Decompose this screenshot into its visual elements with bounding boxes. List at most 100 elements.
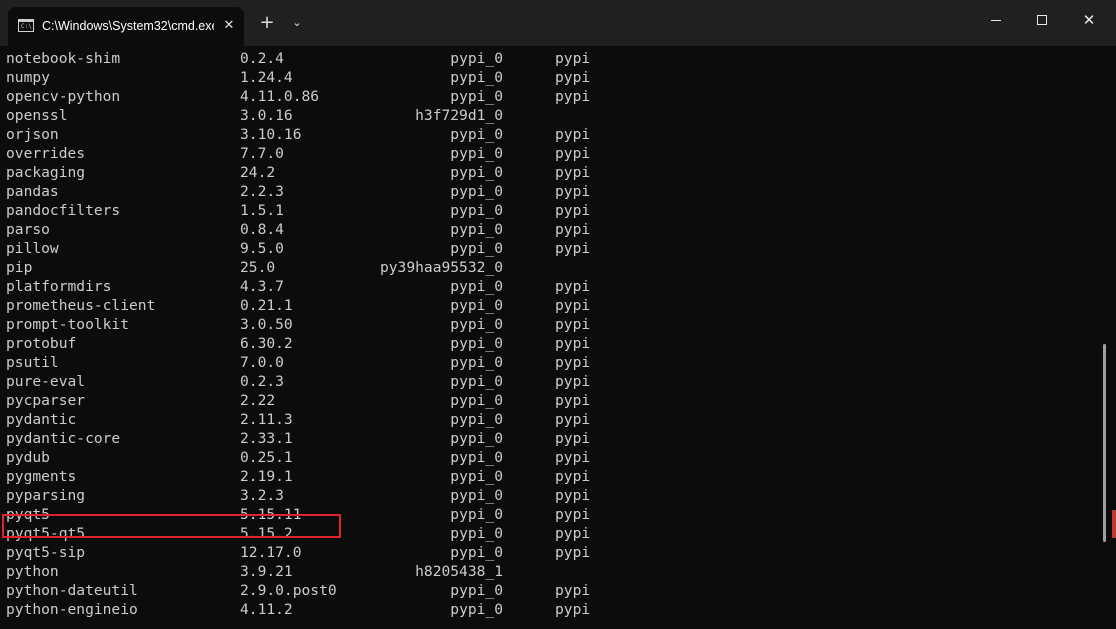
package-version: 7.7.0 [240,145,284,162]
package-name: prompt-toolkit [6,316,130,333]
package-build: pypi_0 [450,335,503,352]
scrollbar[interactable] [1101,46,1116,629]
package-name: packaging [6,164,86,181]
package-version: 3.0.16 [240,107,293,124]
package-name: pydantic-core [6,430,121,447]
table-row: pyqt5-qt5 5.15.2 pypi_0 pypi [0,524,1100,543]
package-channel: pypi [555,335,591,352]
package-name: pydantic [6,411,77,428]
package-name: python-dateutil [6,582,138,599]
package-build: py39haa95532_0 [379,259,503,276]
package-channel: pypi [555,69,591,86]
scrollbar-thumb[interactable] [1103,344,1106,542]
package-version: 3.9.21 [240,563,293,580]
package-version: 0.2.3 [240,373,284,390]
package-build: pypi_0 [450,582,503,599]
table-row: numpy 1.24.4 pypi_0 pypi [0,68,1100,87]
package-version: 4.11.0.86 [240,88,320,105]
package-build: pypi_0 [450,601,503,618]
table-row: psutil 7.0.0 pypi_0 pypi [0,353,1100,372]
package-version: 2.33.1 [240,430,293,447]
table-row: pandas 2.2.3 pypi_0 pypi [0,182,1100,201]
package-build: pypi_0 [450,164,503,181]
package-name: pyqt5 [6,506,50,523]
close-window-button[interactable]: ✕ [1066,0,1112,42]
console-output[interactable]: notebook-shim 0.2.4 pypi_0 pypi numpy 1.24.4 p… [0,46,1116,629]
package-channel: pypi [555,373,591,390]
table-row: protobuf 6.30.2 pypi_0 pypi [0,334,1100,353]
package-build: pypi_0 [450,430,503,447]
package-version: 12.17.0 [240,544,302,561]
package-channel: pypi [555,430,591,447]
package-version: 2.2.3 [240,183,284,200]
package-channel: pypi [555,468,591,485]
package-channel: pypi [555,88,591,105]
package-build: h3f729d1_0 [415,107,503,124]
package-build: pypi_0 [450,297,503,314]
tab-title: C:\Windows\System32\cmd.exe [42,19,214,33]
package-name: pyqt5-sip [6,544,86,561]
package-channel: pypi [555,506,591,523]
package-build: pypi_0 [450,544,503,561]
maximize-button[interactable] [1019,0,1065,42]
package-build: pypi_0 [450,316,503,333]
title-bar: C:\ C:\Windows\System32\cmd.exe ✕ + ⌄ ✕ [0,0,1116,46]
package-version: 0.8.4 [240,221,284,238]
package-version: 5.15.2 [240,525,293,542]
package-version: 1.5.1 [240,202,284,219]
new-tab-icon[interactable]: + [257,12,277,34]
package-name: openssl [6,107,68,124]
package-version: 1.24.4 [240,69,293,86]
table-row: openssl 3.0.16 h3f729d1_0 [0,106,1100,125]
table-row: pycparser 2.22 pypi_0 pypi [0,391,1100,410]
table-row: pydub 0.25.1 pypi_0 pypi [0,448,1100,467]
package-name: pyqt5-qt5 [6,525,86,542]
close-tab-icon[interactable]: ✕ [221,17,237,35]
package-name: python-engineio [6,601,138,618]
package-build: pypi_0 [450,240,503,257]
table-row: pure-eval 0.2.3 pypi_0 pypi [0,372,1100,391]
minimize-button[interactable] [973,0,1019,42]
package-version: 5.15.11 [240,506,302,523]
package-build: pypi_0 [450,354,503,371]
package-channel: pypi [555,221,591,238]
table-row: pyparsing 3.2.3 pypi_0 pypi [0,486,1100,505]
package-build: pypi_0 [450,88,503,105]
package-name: python [6,563,59,580]
table-row: pyqt5-sip 12.17.0 pypi_0 pypi [0,543,1100,562]
package-build: pypi_0 [450,278,503,295]
package-build: pypi_0 [450,221,503,238]
minimize-icon [991,20,1001,21]
package-build: pypi_0 [450,183,503,200]
package-channel: pypi [555,392,591,409]
table-row: pydantic 2.11.3 pypi_0 pypi [0,410,1100,429]
package-version: 2.22 [240,392,276,409]
package-build: pypi_0 [450,145,503,162]
package-name: pip [6,259,33,276]
package-build: pypi_0 [450,50,503,67]
package-version: 2.11.3 [240,411,293,428]
package-name: opencv-python [6,88,121,105]
package-version: 6.30.2 [240,335,293,352]
table-row: pydantic-core 2.33.1 pypi_0 pypi [0,429,1100,448]
package-version: 4.11.2 [240,601,293,618]
package-version: 3.2.3 [240,487,284,504]
table-row: prompt-toolkit 3.0.50 pypi_0 pypi [0,315,1100,334]
package-version: 2.19.1 [240,468,293,485]
package-build: pypi_0 [450,202,503,219]
package-name: pandas [6,183,59,200]
table-row: platformdirs 4.3.7 pypi_0 pypi [0,277,1100,296]
package-channel: pypi [555,525,591,542]
package-channel: pypi [555,278,591,295]
package-build: pypi_0 [450,487,503,504]
tab-cmd[interactable]: C:\ C:\Windows\System32\cmd.exe ✕ [8,7,244,46]
chevron-down-icon[interactable]: ⌄ [287,12,307,34]
package-build: pypi_0 [450,468,503,485]
package-name: parso [6,221,50,238]
package-name: pycparser [6,392,86,409]
package-version: 2.9.0.post0 [240,582,337,599]
package-build: pypi_0 [450,525,503,542]
package-channel: pypi [555,164,591,181]
package-version: 0.2.4 [240,50,284,67]
table-row: parso 0.8.4 pypi_0 pypi [0,220,1100,239]
